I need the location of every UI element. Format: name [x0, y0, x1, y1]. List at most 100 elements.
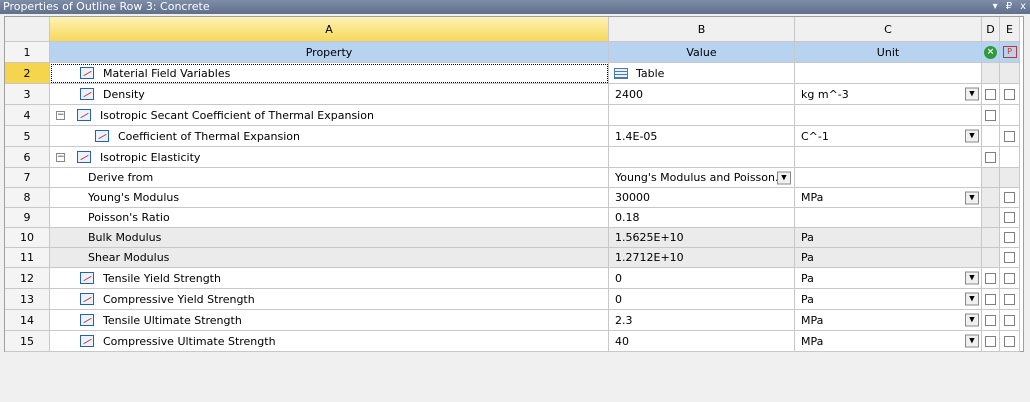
collapse-icon[interactable]: − [56, 110, 65, 120]
pin-icon[interactable]: ₽ [1006, 0, 1012, 14]
table-row[interactable]: 12 Tensile Yield Strength 0 Pa ▼ [5, 268, 1025, 289]
checkbox[interactable] [1004, 88, 1015, 100]
property-cell[interactable]: Shear Modulus [50, 248, 609, 268]
row-number[interactable]: 13 [5, 289, 50, 310]
value-cell[interactable]: Table [609, 63, 795, 84]
table-row[interactable]: 5 Coefficient of Thermal Expansion 1.4E-… [5, 126, 1025, 147]
table-row[interactable]: 9 Poisson's Ratio 0.18 [5, 208, 1025, 228]
row-number[interactable]: 2 [5, 63, 50, 84]
value-cell[interactable]: 0 [609, 289, 795, 310]
column-header-a[interactable]: A [50, 17, 609, 42]
row-number[interactable]: 14 [5, 310, 50, 331]
property-cell[interactable]: Material Field Variables [50, 63, 609, 84]
checkbox[interactable] [985, 151, 996, 163]
table-row[interactable]: 2 Material Field Variables Table [5, 63, 1025, 84]
checkbox[interactable] [985, 272, 996, 284]
unit-cell[interactable]: MPa ▼ [795, 188, 982, 208]
row-number[interactable]: 6 [5, 147, 50, 168]
d-cell[interactable] [982, 147, 1000, 168]
row-number[interactable]: 11 [5, 248, 50, 268]
chevron-down-icon[interactable]: ▼ [777, 171, 791, 184]
checkbox[interactable] [985, 88, 996, 100]
unit-cell[interactable]: C^-1 ▼ [795, 126, 982, 147]
checkbox[interactable] [985, 335, 996, 347]
value-cell[interactable]: 40 [609, 331, 795, 352]
d-cell[interactable] [982, 105, 1000, 126]
table-row[interactable]: 11 Shear Modulus 1.2712E+10 Pa [5, 248, 1025, 268]
row-number[interactable]: 1 [5, 42, 50, 63]
column-header-b[interactable]: B [609, 17, 795, 42]
property-cell[interactable]: Density [50, 84, 609, 105]
unit-cell[interactable]: Pa ▼ [795, 289, 982, 310]
checkbox[interactable] [985, 109, 996, 121]
row-number[interactable]: 15 [5, 331, 50, 352]
e-cell[interactable] [1000, 289, 1020, 310]
property-cell[interactable]: − Isotropic Secant Coefficient of Therma… [50, 105, 609, 126]
row-number[interactable]: 8 [5, 188, 50, 208]
checkbox[interactable] [1004, 314, 1015, 326]
value-cell[interactable]: Young's Modulus and Poisson... ▼ [609, 168, 795, 188]
e-cell[interactable] [1000, 228, 1020, 248]
property-cell[interactable]: Derive from [50, 168, 609, 188]
row-number[interactable]: 4 [5, 105, 50, 126]
value-cell[interactable]: 2.3 [609, 310, 795, 331]
unit-cell[interactable]: MPa ▼ [795, 331, 982, 352]
property-cell[interactable]: Compressive Ultimate Strength [50, 331, 609, 352]
unit-cell[interactable]: MPa ▼ [795, 310, 982, 331]
property-cell[interactable]: Compressive Yield Strength [50, 289, 609, 310]
parameter-icon[interactable]: P [1002, 46, 1017, 58]
checkbox[interactable] [1004, 293, 1015, 305]
value-cell[interactable]: 0.18 [609, 208, 795, 228]
table-row[interactable]: 4 − Isotropic Secant Coefficient of Ther… [5, 105, 1025, 126]
table-row[interactable]: 6 − Isotropic Elasticity [5, 147, 1025, 168]
checkbox[interactable] [1004, 212, 1015, 223]
chevron-down-icon[interactable]: ▼ [965, 271, 979, 285]
checkbox[interactable] [1004, 130, 1015, 142]
corner-cell[interactable] [5, 17, 50, 42]
chevron-down-icon[interactable]: ▼ [965, 313, 979, 327]
value-cell[interactable]: 0 [609, 268, 795, 289]
row-number[interactable]: 5 [5, 126, 50, 147]
table-row[interactable]: 13 Compressive Yield Strength 0 Pa ▼ [5, 289, 1025, 310]
e-header[interactable]: P [1000, 42, 1020, 63]
row-number[interactable]: 3 [5, 84, 50, 105]
table-row[interactable]: 3 Density 2400 kg m^-3 ▼ [5, 84, 1025, 105]
unit-cell[interactable]: Pa ▼ [795, 268, 982, 289]
table-row[interactable]: 15 Compressive Ultimate Strength 40 MPa … [5, 331, 1025, 352]
unit-cell[interactable]: kg m^-3 ▼ [795, 84, 982, 105]
table-row[interactable]: 8 Young's Modulus 30000 MPa ▼ [5, 188, 1025, 208]
e-cell[interactable] [1000, 208, 1020, 228]
chevron-down-icon[interactable]: ▼ [965, 129, 979, 143]
checkbox[interactable] [1004, 192, 1015, 203]
property-cell[interactable]: Tensile Yield Strength [50, 268, 609, 289]
d-cell[interactable] [982, 289, 1000, 310]
property-cell[interactable]: − Isotropic Elasticity [50, 147, 609, 168]
chevron-down-icon[interactable]: ▼ [965, 87, 979, 101]
checkbox[interactable] [985, 293, 996, 305]
checkbox[interactable] [1004, 335, 1015, 347]
checkbox[interactable] [1004, 272, 1015, 284]
value-cell[interactable]: 1.4E-05 [609, 126, 795, 147]
table-row[interactable]: 14 Tensile Ultimate Strength 2.3 MPa ▼ [5, 310, 1025, 331]
row-number[interactable]: 9 [5, 208, 50, 228]
chevron-down-icon[interactable]: ▼ [965, 292, 979, 306]
chevron-down-icon[interactable]: ▼ [965, 191, 979, 204]
chevron-down-icon[interactable]: ▼ [965, 334, 979, 348]
e-cell[interactable] [1000, 331, 1020, 352]
d-cell[interactable] [982, 310, 1000, 331]
value-cell[interactable]: 30000 [609, 188, 795, 208]
property-cell[interactable]: Coefficient of Thermal Expansion [50, 126, 609, 147]
checkbox[interactable] [985, 314, 996, 326]
close-icon[interactable]: x [1020, 0, 1026, 14]
row-number[interactable]: 7 [5, 168, 50, 188]
e-cell[interactable] [1000, 126, 1020, 147]
e-cell[interactable] [1000, 310, 1020, 331]
row-number[interactable]: 12 [5, 268, 50, 289]
row-number[interactable]: 10 [5, 228, 50, 248]
property-cell[interactable]: Tensile Ultimate Strength [50, 310, 609, 331]
d-cell[interactable] [982, 84, 1000, 105]
column-header-d[interactable]: D [982, 17, 1000, 42]
e-cell[interactable] [1000, 188, 1020, 208]
collapse-icon[interactable]: − [56, 152, 65, 162]
value-cell[interactable]: 2400 [609, 84, 795, 105]
